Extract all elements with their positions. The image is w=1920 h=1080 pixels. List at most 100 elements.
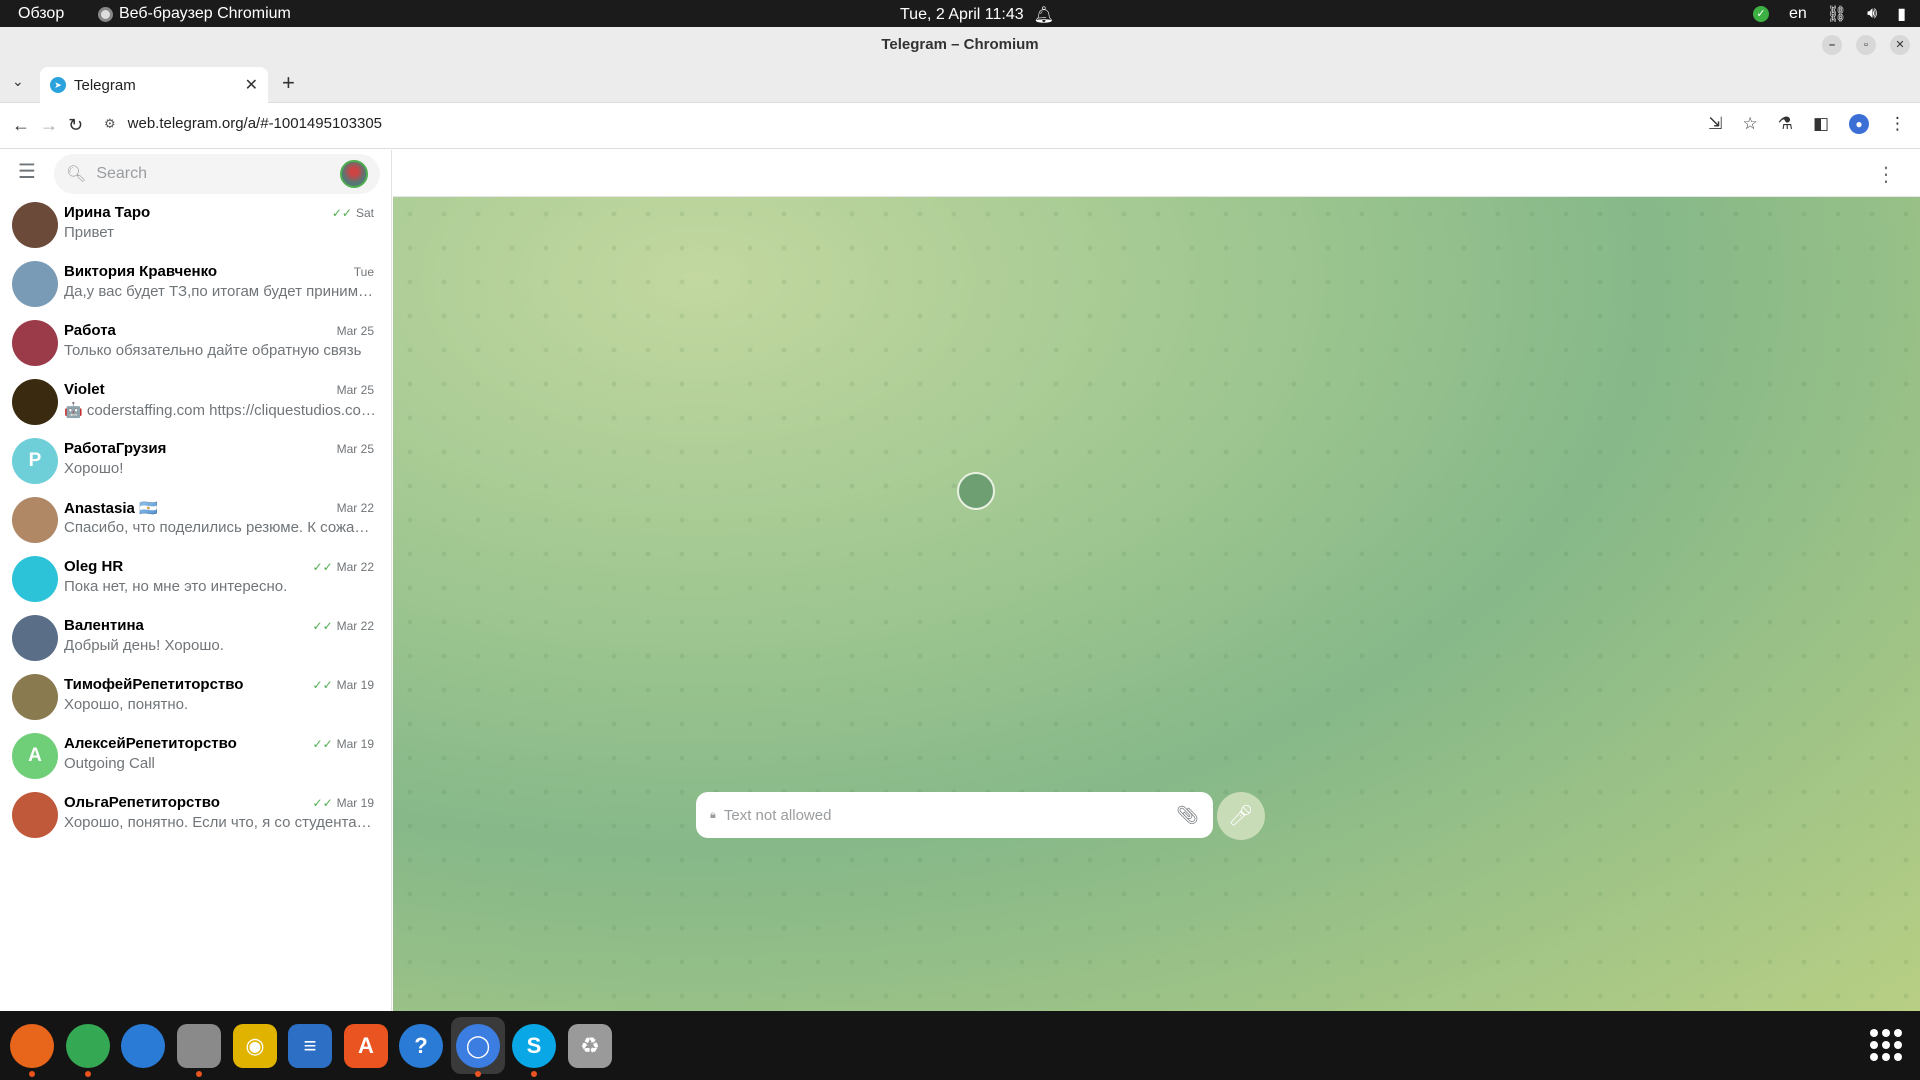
attach-icon[interactable]: 📎︎ [1176,805,1199,826]
chat-name: Виктория Кравченко [64,263,218,280]
chat-date-label: Mar 22 [336,619,374,633]
chat-last-message: Хорошо, понятно. [64,696,189,713]
dock-chrome-icon[interactable] [66,1024,110,1077]
clock[interactable]: Tue, 2 April 11:43 🔔︎ [900,5,1054,25]
running-indicator [29,1071,35,1077]
chat-last-message: Outgoing Call [64,755,155,772]
language-indicator[interactable]: en [1789,5,1807,23]
dock-software-icon[interactable]: A [344,1024,388,1068]
clock-label: Tue, 2 April 11:43 [900,6,1024,23]
chat-name: Oleg HR [64,558,124,575]
close-window-button[interactable]: ✕ [1890,35,1910,55]
dock-help-icon[interactable]: ? [399,1024,443,1068]
chat-avatar: А [12,733,58,779]
profile-avatar-icon[interactable]: ● [1849,114,1869,134]
chat-date: ✓✓ Mar 22 [313,560,374,574]
chat-list-item[interactable]: Валентина ✓✓ Mar 22 Добрый день! Хорошо. [0,611,391,670]
running-indicator [85,1071,91,1077]
system-tray[interactable]: ✓ en ⛓ 🔊︎ ▮ [1752,4,1906,24]
chat-name: Violet [64,381,105,398]
volume-icon: 🔊︎ [1867,5,1878,22]
message-composer[interactable]: 🔒︎ Text not allowed 📎︎ [696,792,1213,838]
site-info-icon[interactable]: ⚙ [104,116,116,132]
dock: ◉ ≡ A? ◯ S ♻ [0,1011,1920,1080]
network-icon: ⛓ [1826,6,1848,23]
dock-rhythmbox-icon[interactable]: ◉ [233,1024,277,1068]
story-avatar[interactable] [340,160,368,188]
chat-name: Валентина [64,617,144,634]
chat-date: ✓✓ Mar 19 [313,737,374,751]
minimize-button[interactable]: – [1822,35,1842,55]
chat-date: ✓✓ Mar 19 [313,678,374,692]
chat-last-message: Да,у вас будет ТЗ,по итогам будет приним… [64,283,376,300]
chat-date: Mar 25 [337,442,374,456]
back-icon[interactable]: ← [12,115,30,136]
chat-list-item[interactable]: ТимофейРепетиторство ✓✓ Mar 19 Хорошо, поня… [0,670,391,729]
dock-glyph: ◯ [465,1033,491,1058]
hamburger-menu-icon[interactable]: ☰ [18,162,36,182]
chat-list-item[interactable]: Ирина Таро ✓✓ Sat Привет [0,198,391,257]
new-tab-button[interactable]: + [282,70,295,96]
chat-list-item[interactable]: Р РаботаГрузия Mar 25 Хорошо! [0,434,391,493]
side-panel-icon[interactable]: ◧ [1813,114,1829,134]
forward-icon[interactable]: → [40,115,58,136]
chat-list-item[interactable]: Anastasia 🇦🇷 Mar 22 Спасибо, что поделилис… [0,493,391,552]
dock-files-icon[interactable] [177,1024,221,1077]
chat-date-label: Sat [355,206,374,220]
dock-glyph: S [526,1033,542,1058]
chat-name: РаботаГрузия [64,440,167,457]
dock-chromium-icon[interactable]: ◯ [456,1024,500,1077]
lock-icon: 🔒︎ [710,808,716,821]
more-options-icon[interactable]: ⋮ [1876,162,1896,187]
chat-avatar [12,556,58,602]
show-apps-icon[interactable] [1870,1029,1902,1061]
bookmark-star-icon[interactable]: ☆ [1742,114,1757,134]
tab-telegram[interactable]: ➤ Telegram ✕ [40,67,268,103]
activities-button[interactable]: Обзор [18,5,64,23]
maximize-button[interactable]: ▫ [1856,35,1876,55]
window-titlebar[interactable]: Telegram – Chromium – ▫ ✕ [0,27,1920,63]
chat-avatar [12,674,58,720]
close-tab-icon[interactable]: ✕ [245,75,258,95]
dock-writer-icon[interactable]: ≡ [288,1024,332,1068]
labs-icon[interactable]: ⚗ [1778,114,1793,134]
dock-firefox-icon[interactable] [10,1024,54,1077]
chat-list-item[interactable]: ОльгаРепетиторство ✓✓ Mar 19 Хорошо, понятн… [0,788,391,847]
chat-name: Ирина Таро [64,204,151,221]
dock-skype-icon[interactable]: S [512,1024,556,1077]
read-checkmark-icon: ✓✓ [312,796,333,810]
chat-avatar: Р [12,438,58,484]
chat-list-item[interactable]: Violet Mar 25 🤖 coderstaffing.com https://… [0,375,391,434]
chat-avatar [12,202,58,248]
chat-date-label: Mar 19 [336,737,374,751]
chat-avatar [12,792,58,838]
browser-window: Telegram – Chromium – ▫ ✕ ⌄ ➤ Telegram ✕… [0,27,1920,1011]
dock-thunderbird-icon[interactable] [121,1024,165,1068]
reload-icon[interactable]: ↻ [68,115,83,136]
chat-list-item[interactable]: Виктория Кравченко Tue Да,у вас будет ТЗ,п… [0,257,391,316]
app-menu[interactable]: Веб-браузер Chromium [98,5,291,23]
chromium-icon [98,6,113,22]
loading-spinner-icon [957,472,995,510]
chat-date: Mar 25 [337,383,374,397]
chat-list-item[interactable]: А АлексейРепетиторство ✓✓ Mar 19 Outgoing Ca… [0,729,391,788]
url-field[interactable]: ⚙ web.telegram.org/a/#-1001495103305 [104,115,382,132]
search-input[interactable]: 🔍︎ Search [54,154,380,194]
chat-list-item[interactable]: Работа Mar 25 Только обязательно дайте обр… [0,316,391,375]
window-title: Telegram – Chromium [881,36,1039,53]
running-indicator [196,1071,202,1077]
microphone-button[interactable]: 🎤︎ [1217,792,1265,840]
chat-date-label: Mar 22 [336,560,374,574]
chat-date: ✓✓ Sat [332,206,374,220]
tab-strip: ⌄ ➤ Telegram ✕ + [0,63,1920,103]
install-app-icon[interactable]: ⇲ [1708,114,1722,134]
chat-avatar [12,615,58,661]
url-text: web.telegram.org/a/#-1001495103305 [127,115,383,132]
chat-date-label: Mar 25 [336,442,374,456]
browser-menu-icon[interactable]: ⋮ [1889,114,1906,134]
dock-trash-icon[interactable]: ♻ [568,1024,612,1068]
chat-list-item[interactable]: Oleg HR ✓✓ Mar 22 Пока нет, но мне это инте… [0,552,391,611]
tab-search-chevron-icon[interactable]: ⌄ [12,73,24,90]
app-menu-label: Веб-браузер Chromium [119,5,291,22]
chat-last-message: 🤖 coderstaffing.com https://cliquestudio… [64,402,376,419]
